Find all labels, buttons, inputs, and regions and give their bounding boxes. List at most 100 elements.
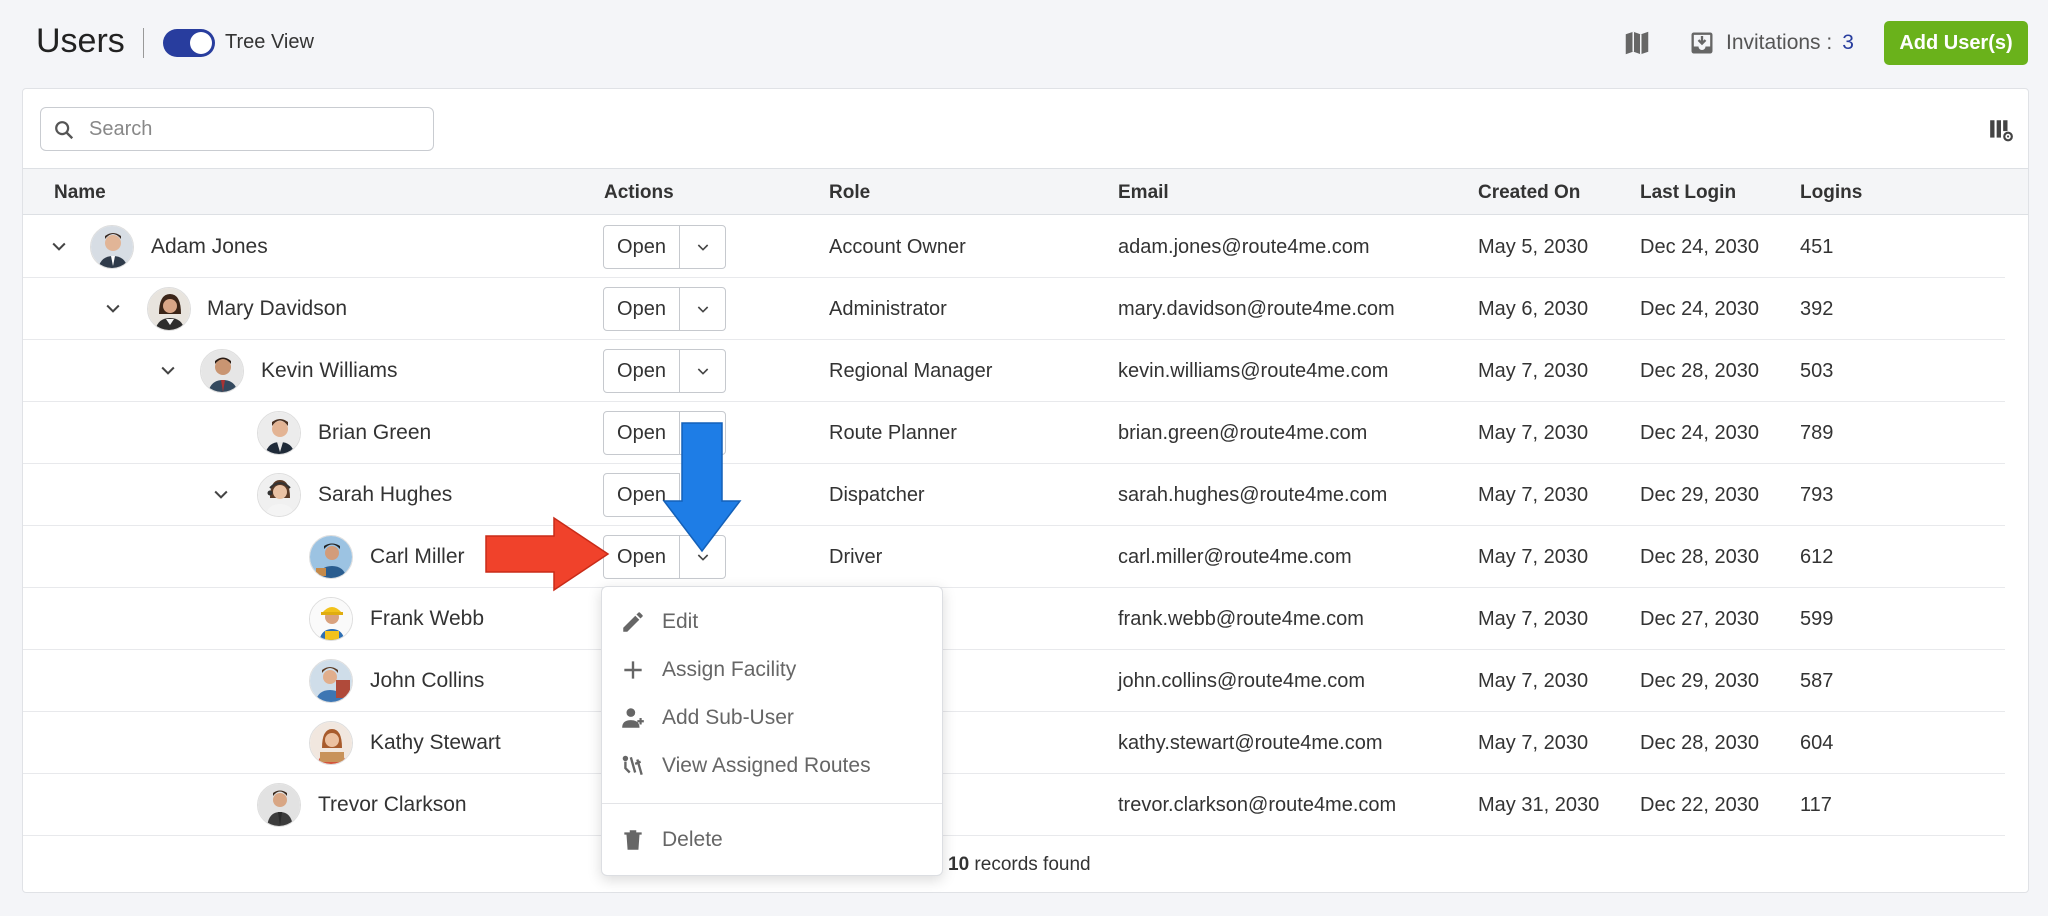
invitations-count: 3: [1842, 31, 1854, 54]
avatar: [90, 225, 134, 269]
search-icon: [55, 121, 74, 140]
col-header-last-login[interactable]: Last Login: [1640, 182, 1736, 204]
col-header-actions: Actions: [604, 182, 674, 203]
user-name[interactable]: John Collins: [370, 669, 484, 693]
records-count-label: records found: [974, 854, 1091, 875]
chevron-down-icon[interactable]: [158, 360, 178, 380]
records-count-number: 10: [948, 854, 970, 875]
avatar: [257, 411, 301, 455]
user-name[interactable]: Brian Green: [318, 421, 431, 445]
created-cell: May 7, 2030: [1478, 732, 1589, 754]
email-cell: mary.davidson@route4me.com: [1118, 298, 1395, 320]
invitations-label: Invitations :: [1726, 31, 1833, 54]
logins-cell: 451: [1800, 236, 1834, 258]
tree-view-label: Tree View: [225, 31, 314, 53]
last-login-cell: Dec 24, 2030: [1640, 298, 1759, 320]
table-row: Carl Miller Open Driver carl.miller@rout…: [23, 526, 2005, 588]
avatar: [309, 721, 353, 765]
created-cell: May 7, 2030: [1478, 670, 1589, 692]
red-arrow-annotation: [485, 516, 610, 592]
plus-icon: [624, 661, 642, 679]
logins-cell: 793: [1800, 484, 1834, 506]
avatar: [309, 535, 353, 579]
menu-item-edit[interactable]: Edit: [602, 599, 942, 645]
role-cell: Driver: [829, 546, 883, 568]
email-cell: kathy.stewart@route4me.com: [1118, 732, 1383, 754]
chevron-down-icon[interactable]: [211, 484, 231, 504]
table-row: Kathy Stewart kathy.stewart@route4me.com…: [23, 712, 2005, 774]
menu-item-view-assigned-routes[interactable]: View Assigned Routes: [602, 743, 942, 789]
logins-cell: 392: [1800, 298, 1834, 320]
map-view-button[interactable]: [1622, 28, 1652, 58]
created-cell: May 5, 2030: [1478, 236, 1589, 258]
logins-cell: 503: [1800, 360, 1834, 382]
menu-item-delete[interactable]: Delete: [602, 817, 942, 863]
col-header-name[interactable]: Name: [54, 182, 106, 204]
email-cell: brian.green@route4me.com: [1118, 422, 1368, 444]
email-cell: trevor.clarkson@route4me.com: [1118, 794, 1397, 816]
avatar: [147, 287, 191, 331]
menu-divider: [602, 803, 942, 804]
user-name[interactable]: Mary Davidson: [207, 297, 347, 321]
avatar: [309, 659, 353, 703]
col-header-created[interactable]: Created On: [1478, 182, 1580, 204]
email-cell: john.collins@route4me.com: [1118, 670, 1366, 692]
col-header-logins[interactable]: Logins: [1800, 182, 1862, 204]
chevron-down-icon[interactable]: [49, 236, 69, 256]
created-cell: May 7, 2030: [1478, 360, 1589, 382]
actions-dropdown-button[interactable]: [679, 349, 726, 393]
logins-cell: 599: [1800, 608, 1834, 630]
page-title: Users: [36, 22, 125, 60]
table-row: Mary Davidson Open Administrator mary.da…: [23, 278, 2005, 340]
menu-item-assign-facility[interactable]: Assign Facility: [602, 647, 942, 693]
user-name[interactable]: Sarah Hughes: [318, 483, 452, 507]
created-cell: May 7, 2030: [1478, 484, 1589, 506]
tree-view-toggle[interactable]: [163, 29, 215, 57]
actions-dropdown-button[interactable]: [679, 287, 726, 331]
logins-cell: 789: [1800, 422, 1834, 444]
open-button[interactable]: Open: [603, 225, 680, 269]
avatar: [200, 349, 244, 393]
last-login-cell: Dec 27, 2030: [1640, 608, 1759, 630]
user-name[interactable]: Carl Miller: [370, 545, 465, 569]
avatar: [257, 473, 301, 517]
user-name[interactable]: Adam Jones: [151, 235, 268, 259]
role-cell: Regional Manager: [829, 360, 993, 382]
role-cell: Route Planner: [829, 422, 957, 444]
avatar: [309, 597, 353, 641]
col-header-role[interactable]: Role: [829, 182, 870, 204]
add-user-icon: [622, 708, 644, 728]
role-cell: Account Owner: [829, 236, 966, 258]
email-cell: kevin.williams@route4me.com: [1118, 360, 1389, 382]
open-button[interactable]: Open: [603, 287, 680, 331]
search-input[interactable]: [89, 108, 419, 150]
avatar: [257, 783, 301, 827]
column-settings-button[interactable]: [1988, 117, 2014, 143]
user-name[interactable]: Kevin Williams: [261, 359, 398, 383]
col-header-email[interactable]: Email: [1118, 182, 1169, 204]
route-icon: [622, 755, 643, 775]
map-icon: [1625, 31, 1649, 55]
inbox-icon: [1691, 32, 1713, 54]
actions-dropdown-button[interactable]: [679, 225, 726, 269]
email-cell: sarah.hughes@route4me.com: [1118, 484, 1388, 506]
open-button[interactable]: Open: [603, 349, 680, 393]
menu-item-add-sub-user[interactable]: Add Sub-User: [602, 695, 942, 741]
add-users-button[interactable]: Add User(s): [1884, 21, 2028, 65]
invitations-button[interactable]: Invitations : 3: [1688, 26, 1854, 60]
title-divider: [143, 28, 144, 58]
email-cell: carl.miller@route4me.com: [1118, 546, 1352, 568]
user-name[interactable]: Trevor Clarkson: [318, 793, 467, 817]
role-cell: Dispatcher: [829, 484, 925, 506]
table-row: John Collins john.collins@route4me.com M…: [23, 650, 2005, 712]
menu-label: Add Sub-User: [662, 706, 794, 729]
last-login-cell: Dec 22, 2030: [1640, 794, 1759, 816]
chevron-down-icon: [697, 306, 708, 313]
chevron-down-icon[interactable]: [103, 298, 123, 318]
created-cell: May 7, 2030: [1478, 422, 1589, 444]
user-name[interactable]: Frank Webb: [370, 607, 484, 631]
user-name[interactable]: Kathy Stewart: [370, 731, 501, 755]
menu-label: Edit: [662, 610, 699, 633]
email-cell: frank.webb@route4me.com: [1118, 608, 1364, 630]
actions-dropdown-menu: Edit Assign Facility Add Sub-User View A…: [601, 586, 943, 876]
